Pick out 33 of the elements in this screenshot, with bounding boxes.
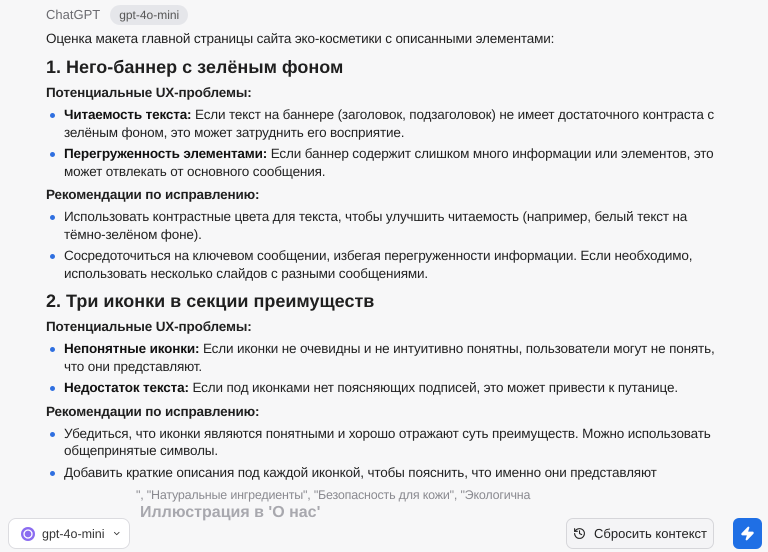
model-selector[interactable]: gpt-4o-mini	[8, 518, 130, 549]
bullet-icon	[50, 215, 55, 220]
list-text: Добавить краткие описания под каждой иконкой, чтобы пояснить, что именно они представляют	[64, 464, 657, 481]
send-button[interactable]	[733, 518, 762, 549]
list-text: Убедиться, что иконки являются понятными и хорошо отражают суть преимуществ. Можно использовать общепринятые символы.	[64, 424, 712, 460]
intro-text: Оценка макета главной страницы сайта эко-косметики с описанными элементами:	[46, 30, 556, 48]
list-text: ", "Натуральные ингредиенты", "Безопасность для кожи", "Экологична	[136, 487, 530, 503]
model-tag: gpt-4o-mini	[110, 4, 188, 24]
list-text: Недостаток текста: Если под иконками нет поясняющих подписей, это может привести к путанице.	[64, 379, 678, 396]
section-heading: 1. Него-баннер с зелёным фоном	[46, 56, 344, 78]
block-title: Рекомендации по исправлению:	[46, 186, 260, 204]
bullet-icon	[50, 347, 55, 352]
bullet-icon	[50, 470, 55, 476]
bullet-icon	[50, 152, 55, 157]
bullet-icon	[50, 254, 55, 259]
author-name: ChatGPT	[46, 7, 100, 22]
list-text: Сосредоточиться на ключевом сообщении, избегая перегруженности информации. Если необходимо, использовать несколько слайдов с разными сообщениями.	[64, 247, 694, 282]
model-icon	[21, 526, 35, 540]
list-text: Перегруженность элементами: Если баннер содержит слишком много информации или элементов, это может отвлекать от основного сообщения.	[64, 145, 714, 180]
block-title: Рекомендации по исправлению:	[46, 402, 260, 420]
block-title: Потенциальные UX-проблемы:	[46, 318, 253, 336]
section-heading: 2. Три иконки в секции преимуществ	[46, 290, 376, 312]
reset-context-button[interactable]: Сбросить контекст	[566, 518, 714, 549]
list-text: Читаемость текста: Если текст на баннере (заголовок, подзаголовок) не имеет достаточного контраста с зелёным фоном, это может затруднить его восприятие.	[64, 106, 715, 141]
bullet-icon	[50, 386, 55, 391]
lightning-icon	[740, 526, 755, 541]
bullet-icon	[50, 432, 55, 436]
bullet-icon	[50, 113, 55, 118]
list-text: Непонятные иконки: Если иконки не очевидны и не интуитивно понятны, пользователи могут не понять, что они представляют.	[64, 340, 716, 375]
block-title: Потенциальные UX-проблемы:	[46, 84, 253, 102]
list-text: Использовать контрастные цвета для текста, чтобы улучшить читаемость (например, белый текст на тёмно-зелёном фоне).	[64, 208, 688, 243]
section-heading: Иллюстрация в 'О нас'	[140, 504, 320, 522]
history-icon	[573, 526, 586, 541]
